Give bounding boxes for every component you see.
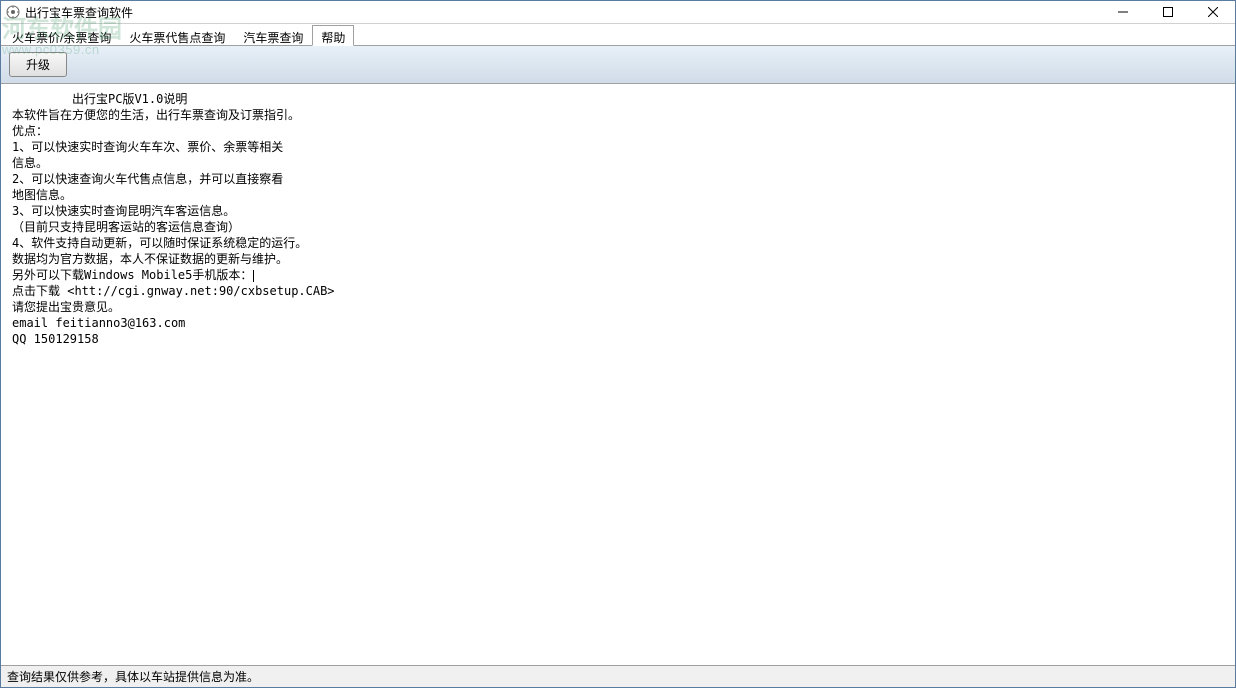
titlebar-left: 出行宝车票查询软件 [1, 4, 133, 21]
tab-bus[interactable]: 汽车票查询 [234, 25, 312, 46]
help-line: 1、可以快速实时查询火车车次、票价、余票等相关 [12, 139, 1224, 155]
status-text: 查询结果仅供参考，具体以车站提供信息为准。 [7, 668, 259, 685]
window-title: 出行宝车票查询软件 [25, 4, 133, 21]
help-line: 地图信息。 [12, 187, 1224, 203]
help-line: 请您提出宝贵意见。 [12, 299, 1224, 315]
titlebar: 出行宝车票查询软件 [1, 1, 1235, 24]
tab-bar: 火车票价/余票查询 火车票代售点查询 汽车票查询 帮助 [1, 24, 1235, 46]
help-line: 优点： [12, 123, 1224, 139]
help-content[interactable]: 出行宝PC版V1.0说明 本软件旨在方便您的生活，出行车票查询及订票指引。 优点… [3, 86, 1233, 663]
statusbar: 查询结果仅供参考，具体以车站提供信息为准。 [1, 665, 1235, 687]
close-icon [1208, 7, 1218, 17]
window-controls [1100, 1, 1235, 23]
help-line: 本软件旨在方便您的生活，出行车票查询及订票指引。 [12, 107, 1224, 123]
help-line: email feitianno3@163.com [12, 315, 1224, 331]
maximize-button[interactable] [1145, 1, 1190, 23]
minimize-icon [1118, 7, 1128, 17]
help-line: （目前只支持昆明客运站的客运信息查询） [12, 219, 1224, 235]
maximize-icon [1163, 7, 1173, 17]
upgrade-button[interactable]: 升级 [9, 52, 67, 77]
text-cursor [253, 270, 254, 282]
help-line: QQ 150129158 [12, 331, 1224, 347]
help-line: 信息。 [12, 155, 1224, 171]
help-line: 2、可以快速查询火车代售点信息，并可以直接察看 [12, 171, 1224, 187]
help-line: 点击下载 <htt://cgi.gnway.net:90/cxbsetup.CA… [12, 283, 1224, 299]
minimize-button[interactable] [1100, 1, 1145, 23]
help-line: 另外可以下载Windows Mobile5手机版本： [12, 267, 1224, 283]
toolbar: 升级 [1, 46, 1235, 84]
close-button[interactable] [1190, 1, 1235, 23]
help-title: 出行宝PC版V1.0说明 [12, 91, 1224, 107]
help-line: 3、可以快速实时查询昆明汽车客运信息。 [12, 203, 1224, 219]
app-icon [5, 4, 21, 20]
help-line: 4、软件支持自动更新，可以随时保证系统稳定的运行。 [12, 235, 1224, 251]
help-line: 数据均为官方数据，本人不保证数据的更新与维护。 [12, 251, 1224, 267]
tab-train-price[interactable]: 火车票价/余票查询 [3, 25, 120, 46]
tab-help[interactable]: 帮助 [312, 25, 354, 46]
app-window: 出行宝车票查询软件 火车票价/余票查询 火车票代售点查询 汽车票查询 帮助 升级… [0, 0, 1236, 688]
tab-train-agent[interactable]: 火车票代售点查询 [120, 25, 234, 46]
